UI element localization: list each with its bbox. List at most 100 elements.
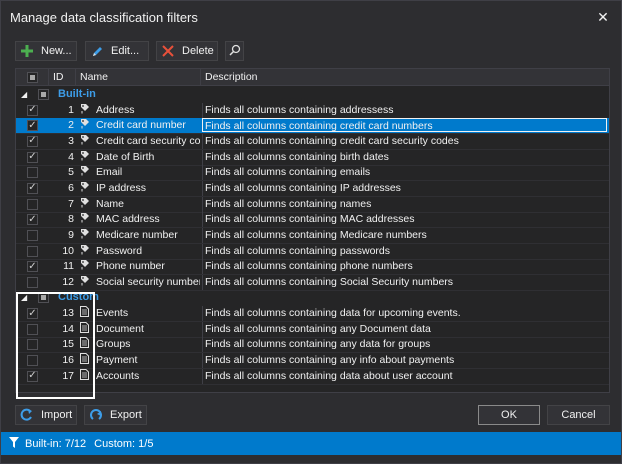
group-label: Custom [58, 291, 99, 304]
row-checkbox[interactable] [27, 276, 38, 288]
table-row[interactable]: ✓ 4 Date of Birth Finds all columns contain… [16, 149, 609, 166]
row-checkbox[interactable]: ✓ [27, 120, 38, 132]
row-name: Accounts [96, 369, 140, 382]
new-button[interactable]: New... [15, 41, 77, 61]
header-description[interactable]: Description [201, 69, 609, 86]
table-row[interactable]: 10 Password Finds all columns containing p… [16, 243, 609, 260]
import-button-label: Import [41, 409, 73, 421]
row-id: 4 [68, 150, 74, 163]
table-row[interactable]: ✓ 17 Accounts Finds all columns containing … [16, 368, 609, 385]
import-button[interactable]: Import [15, 405, 77, 425]
row-checkbox[interactable]: ✓ [27, 370, 38, 382]
ok-button[interactable]: OK [478, 405, 540, 425]
table-row[interactable]: 12 Social security number Finds all column… [16, 274, 609, 291]
tag-icon [80, 165, 92, 180]
row-checkbox[interactable] [27, 245, 38, 257]
row-id: 1 [68, 103, 74, 116]
table-row[interactable]: ✓ 3 Credit card security codeFinds all col… [16, 133, 609, 150]
row-checkbox[interactable]: ✓ [27, 151, 38, 163]
filter-icon [9, 436, 19, 451]
header-select-all[interactable] [16, 69, 49, 86]
row-id: 3 [68, 134, 74, 147]
row-description: Finds all columns containing passwords [202, 243, 607, 259]
collapse-triangle-icon[interactable]: ◢ [21, 293, 27, 302]
row-description: Finds all columns containing addressess [202, 102, 607, 118]
row-name: Email [96, 166, 123, 179]
search-icon [228, 44, 241, 59]
table-row[interactable]: ✓ 8 MAC address Finds all columns containin… [16, 212, 609, 229]
row-checkbox[interactable]: ✓ [27, 308, 38, 320]
row-description: Finds all columns containing any info ab… [202, 353, 607, 369]
table-row[interactable]: 9 Medicare number Finds all columns contai… [16, 227, 609, 244]
edit-button[interactable]: Edit... [85, 41, 149, 61]
header-id[interactable]: ID [49, 69, 76, 86]
group-checkbox[interactable] [38, 89, 49, 100]
delete-button[interactable]: Delete [156, 41, 218, 61]
row-checkbox[interactable]: ✓ [27, 104, 38, 116]
row-checkbox[interactable]: ✓ [27, 135, 38, 147]
row-name: Events [96, 307, 129, 320]
collapse-triangle-icon[interactable]: ◢ [21, 90, 27, 99]
table-row[interactable]: ✓ 11 Phone number Finds all columns contain… [16, 259, 609, 276]
cancel-button[interactable]: Cancel [547, 405, 610, 425]
table-row[interactable]: 15 Groups Finds all columns containing any… [16, 337, 609, 354]
tag-icon [80, 150, 92, 165]
close-icon[interactable]: ✕ [595, 9, 611, 25]
row-checkbox[interactable] [27, 339, 38, 351]
table-row[interactable]: 7 Name Finds all columns containing names [16, 196, 609, 213]
import-icon [20, 408, 34, 422]
row-id: 2 [68, 119, 74, 132]
row-name: Groups [96, 338, 131, 351]
table-row[interactable]: ✓ 2 Credit card number Finds all columns co… [16, 118, 609, 135]
row-checkbox[interactable] [27, 229, 38, 241]
row-description: Finds all columns containing Social Secu… [202, 274, 607, 290]
row-name: Date of Birth [96, 150, 155, 163]
row-checkbox[interactable] [27, 323, 38, 335]
status-bar: Built-in: 7/12 Custom: 1/5 [1, 432, 621, 455]
select-all-checkbox[interactable] [27, 72, 38, 83]
row-name: Credit card number [96, 119, 186, 132]
row-id: 15 [62, 338, 74, 351]
row-description: Finds all columns containing birth dates [202, 149, 607, 165]
row-checkbox[interactable]: ✓ [27, 261, 38, 273]
delete-button-label: Delete [182, 45, 214, 57]
row-description: Finds all columns containing credit card… [202, 118, 607, 133]
export-button[interactable]: Export [84, 405, 147, 425]
group-checkbox[interactable] [38, 292, 49, 304]
tag-icon [80, 197, 92, 212]
row-description: Finds all columns containing Medicare nu… [202, 227, 607, 243]
search-button[interactable] [225, 41, 244, 61]
row-name: Credit card security code [96, 134, 200, 147]
row-id: 16 [62, 354, 74, 367]
table-row[interactable]: ✓ 6 IP address Finds all columns containing… [16, 180, 609, 197]
tag-icon [80, 118, 92, 133]
row-name: Phone number [96, 260, 165, 273]
filters-grid: ID Name Description ◢ Built-in ✓ 1 Address Fi… [15, 68, 610, 393]
row-checkbox[interactable]: ✓ [27, 182, 38, 194]
row-id: 17 [62, 369, 74, 382]
table-row[interactable]: ✓ 13 Events Finds all columns containing da… [16, 306, 609, 323]
grid-header: ID Name Description [16, 69, 609, 86]
delete-x-icon [160, 43, 176, 59]
table-row[interactable]: 16 Payment Finds all columns containing an… [16, 353, 609, 370]
status-builtin-count: Built-in: 7/12 [25, 437, 87, 450]
row-name: Address [96, 103, 135, 116]
row-id: 14 [62, 322, 74, 335]
row-checkbox[interactable] [27, 167, 38, 179]
group-header-builtin[interactable]: ◢ Built-in [16, 87, 609, 103]
row-checkbox[interactable] [27, 198, 38, 210]
row-checkbox[interactable] [27, 355, 38, 367]
tag-icon [80, 275, 92, 290]
row-description: Finds all columns containing any Documen… [202, 321, 607, 337]
document-icon [80, 306, 92, 321]
table-row[interactable]: 5 Email Finds all columns containing email… [16, 165, 609, 182]
group-header-custom[interactable]: ◢ Custom [16, 290, 609, 306]
document-icon [80, 321, 92, 337]
header-name[interactable]: Name [76, 69, 201, 86]
row-description: Finds all columns containing any data fo… [202, 337, 607, 353]
table-row[interactable]: ✓ 1 Address Finds all columns containing ad… [16, 102, 609, 119]
row-description: Finds all columns containing credit card… [202, 133, 607, 149]
row-description: Finds all columns containing names [202, 196, 607, 212]
row-checkbox[interactable]: ✓ [27, 214, 38, 226]
table-row[interactable]: 14 Document Finds all columns containing a… [16, 321, 609, 338]
